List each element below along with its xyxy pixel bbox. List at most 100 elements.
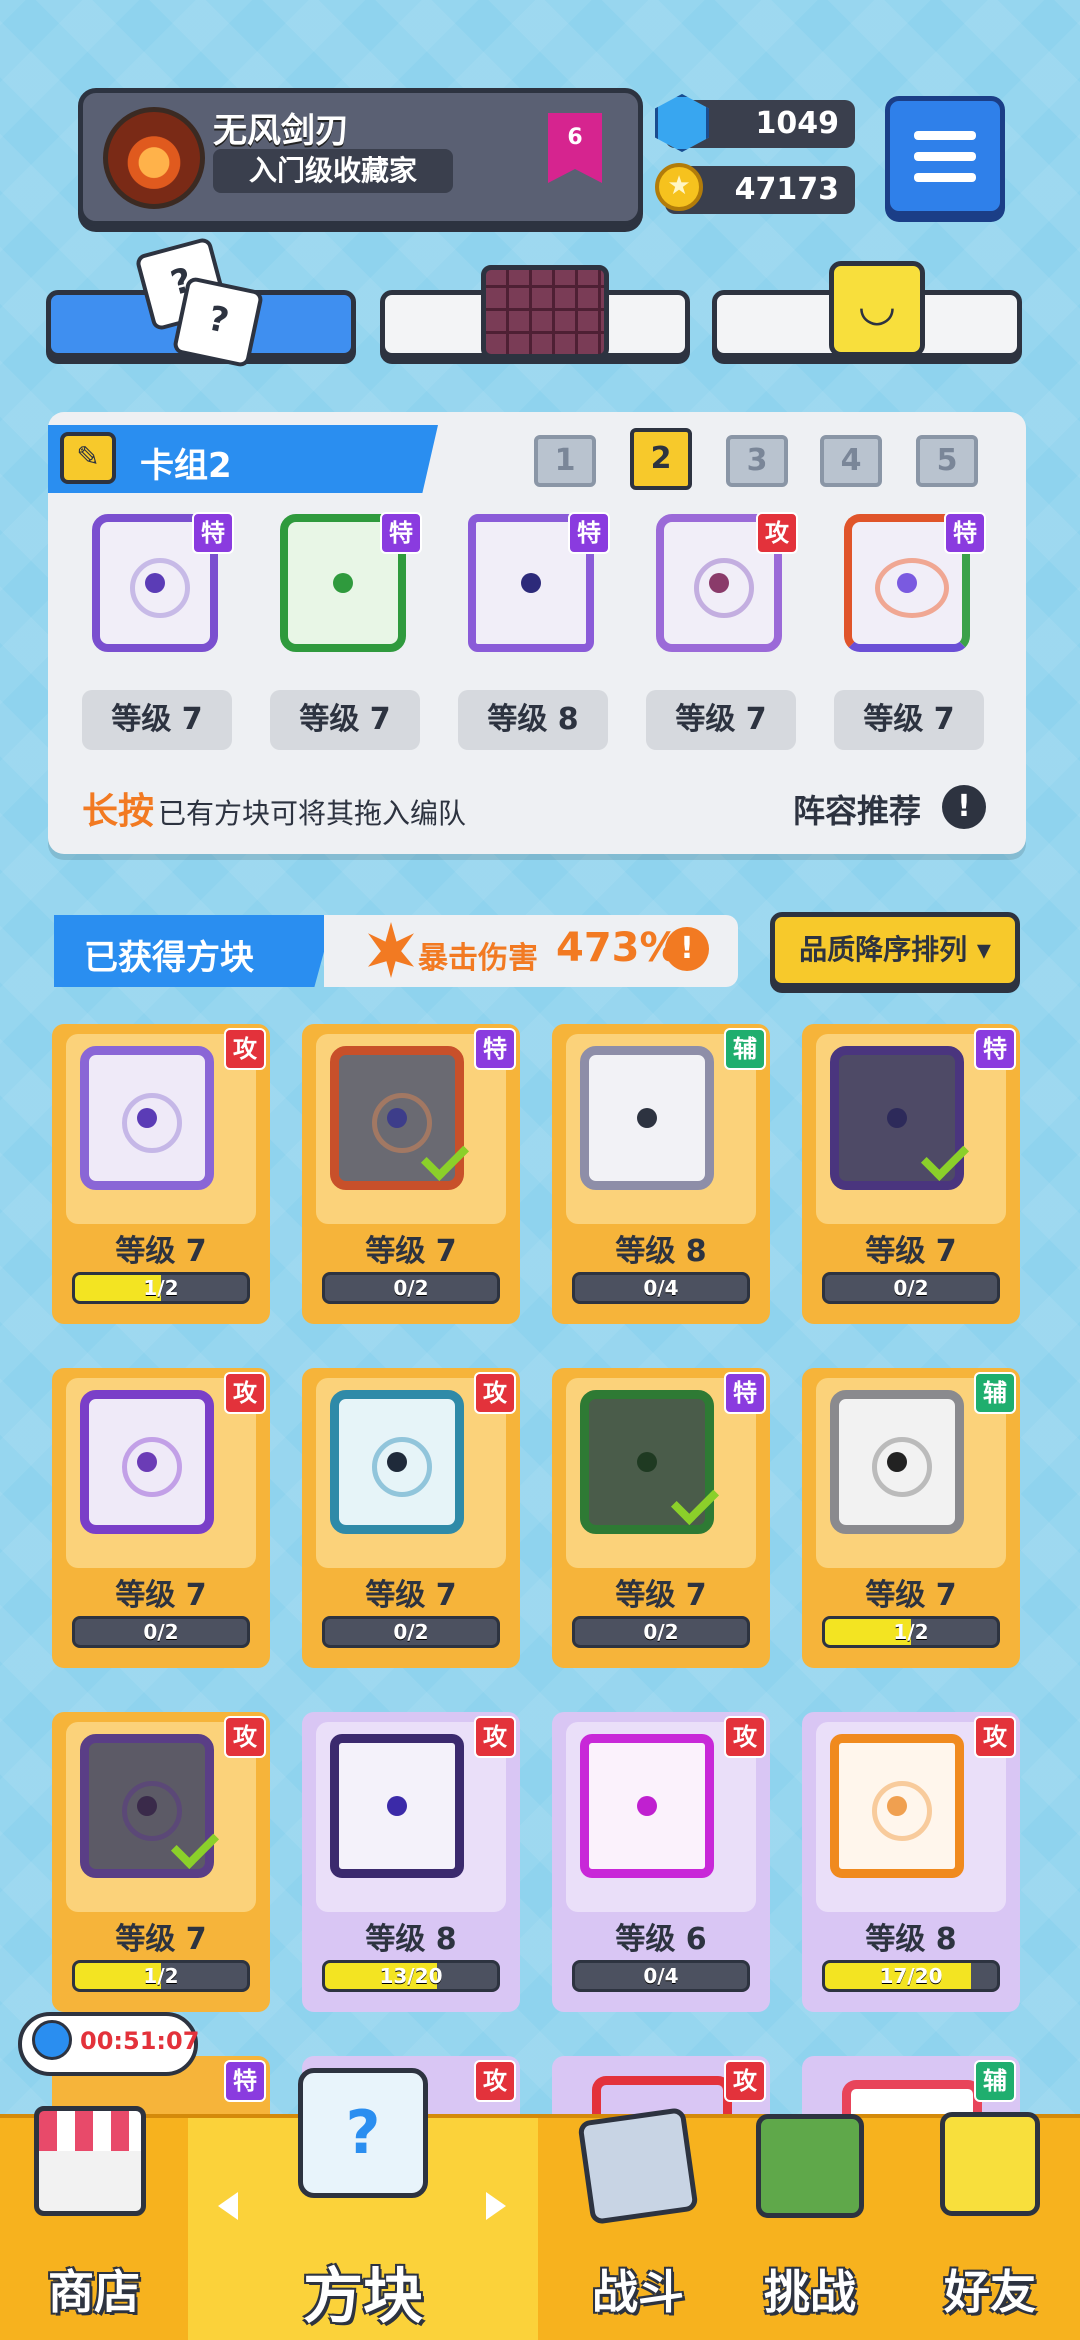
type-tag: 攻	[724, 2060, 766, 2102]
card-core	[137, 1796, 157, 1816]
card-level: 等级 7	[115, 1234, 207, 1269]
type-tag: 辅	[974, 1372, 1016, 1414]
coin-icon: ★	[655, 163, 703, 211]
block-card[interactable]: 特 等级 7 0/2	[302, 1024, 520, 1324]
nav-battle[interactable]: 战斗	[548, 2106, 728, 2340]
progress-text: 0/2	[893, 1276, 929, 1300]
progress-text: 0/4	[643, 1964, 679, 1988]
card-core	[637, 1108, 657, 1128]
card-level: 等级 7	[365, 1578, 457, 1613]
progress-bar: 0/2	[822, 1272, 1000, 1304]
nav-blocks-label: 方块	[303, 2262, 423, 2332]
card-core	[897, 573, 917, 593]
nav-shop-label: 商店	[48, 2265, 140, 2319]
card-frame	[330, 1734, 464, 1878]
progress-bar: 1/2	[72, 1960, 250, 1992]
block-card[interactable]: 攻 等级 6 0/4	[552, 1712, 770, 2012]
deck-slot-4[interactable]: 4	[820, 435, 882, 487]
sword-shield-icon	[577, 2106, 699, 2226]
card-core	[387, 1108, 407, 1128]
avatar[interactable]	[103, 107, 205, 209]
sort-dropdown[interactable]: 品质降序排列 ▾	[770, 912, 1020, 988]
deck-card[interactable]: 特	[270, 502, 422, 662]
rank-ribbon-icon: 6	[548, 113, 602, 183]
block-card[interactable]: 攻 等级 8 17/20	[802, 1712, 1020, 2012]
mystery-block-icon: ?	[298, 2068, 428, 2198]
dice-icon: ?	[171, 275, 265, 369]
nav-battle-label: 战斗	[592, 2265, 684, 2319]
friend-block-icon	[940, 2112, 1040, 2216]
deck-name: 卡组2	[140, 446, 232, 486]
card-core	[637, 1796, 657, 1816]
tab-character[interactable]: ◡	[712, 261, 1022, 358]
block-card[interactable]: 特 等级 7 0/2	[802, 1024, 1020, 1324]
card-level: 等级 8	[615, 1234, 707, 1269]
card-level: 等级 8	[365, 1922, 457, 1957]
shop-icon	[34, 2106, 146, 2216]
type-tag: 辅	[974, 2060, 1016, 2102]
deck-card[interactable]: 特	[458, 502, 610, 662]
tab-board[interactable]	[380, 265, 690, 359]
card-frame	[830, 1734, 964, 1878]
pencil-icon[interactable]: ✎	[60, 432, 116, 484]
crit-info-icon[interactable]: !	[665, 927, 709, 971]
nav-prev-arrow-icon[interactable]	[218, 2192, 238, 2220]
type-tag: 攻	[224, 1028, 266, 1070]
deck-slot-3[interactable]: 3	[726, 435, 788, 487]
deck-slot-5[interactable]: 5	[916, 435, 978, 487]
progress-text: 0/4	[643, 1276, 679, 1300]
signpost-icon	[756, 2114, 864, 2218]
type-tag: 特	[380, 512, 422, 554]
type-tag: 攻	[224, 1372, 266, 1414]
type-tag: 特	[944, 512, 986, 554]
progress-text: 0/2	[393, 1620, 429, 1644]
grid-board-icon	[481, 265, 609, 359]
card-frame	[580, 1734, 714, 1878]
deck-card-level: 等级 8	[458, 690, 608, 750]
nav-blocks[interactable]: ? 方块	[188, 2068, 538, 2340]
deck-card-level: 等级 7	[270, 690, 420, 750]
card-core	[887, 1796, 907, 1816]
nav-challenge-label: 挑战	[764, 2265, 856, 2319]
block-card[interactable]: 攻 等级 7 1/2	[52, 1712, 270, 2012]
profile-panel[interactable]: 无风剑刃 入门级收藏家 6	[78, 88, 643, 226]
nav-challenge[interactable]: 挑战	[720, 2114, 900, 2340]
nav-friends[interactable]: 好友	[900, 2112, 1080, 2340]
block-card[interactable]: 辅 等级 7 1/2	[802, 1368, 1020, 1668]
block-card[interactable]: 辅 等级 8 0/4	[552, 1024, 770, 1324]
card-core	[137, 1452, 157, 1472]
block-card[interactable]: 攻 等级 7 0/2	[302, 1368, 520, 1668]
card-level: 等级 7	[865, 1234, 957, 1269]
card-frame	[80, 1046, 214, 1190]
deck-slot-2[interactable]: 2	[630, 428, 692, 490]
crit-value: 473%	[556, 925, 680, 971]
progress-text: 17/20	[879, 1964, 943, 1988]
card-frame	[580, 1046, 714, 1190]
nav-shop[interactable]: 商店	[0, 2106, 188, 2340]
deck-card[interactable]: 攻	[646, 502, 798, 662]
deck-card[interactable]: 特	[82, 502, 234, 662]
progress-bar: 1/2	[72, 1272, 250, 1304]
exclamation-icon[interactable]: !	[942, 785, 986, 829]
nav-friends-label: 好友	[944, 2265, 1036, 2319]
progress-text: 1/2	[893, 1620, 929, 1644]
card-core	[387, 1796, 407, 1816]
block-card[interactable]: 攻 等级 7 0/2	[52, 1368, 270, 1668]
type-tag: 特	[568, 512, 610, 554]
deck-slot-1[interactable]: 1	[534, 435, 596, 487]
progress-text: 1/2	[143, 1276, 179, 1300]
hint-text: 已有方块可将其拖入编队	[158, 797, 467, 830]
block-card[interactable]: 攻 等级 8 13/20	[302, 1712, 520, 2012]
deck-card[interactable]: 特	[834, 502, 986, 662]
card-core	[387, 1452, 407, 1472]
card-level: 等级 8	[865, 1922, 957, 1957]
nav-next-arrow-icon[interactable]	[486, 2192, 506, 2220]
menu-button[interactable]	[885, 96, 1005, 216]
type-tag: 攻	[474, 1716, 516, 1758]
block-card[interactable]: 特 等级 7 0/2	[552, 1368, 770, 1668]
type-tag: 攻	[974, 1716, 1016, 1758]
block-card[interactable]: 攻 等级 7 1/2	[52, 1024, 270, 1324]
tab-dice[interactable]: ? ?	[46, 236, 356, 369]
recommend-button[interactable]: 阵容推荐	[793, 786, 921, 832]
type-tag: 特	[974, 1028, 1016, 1070]
